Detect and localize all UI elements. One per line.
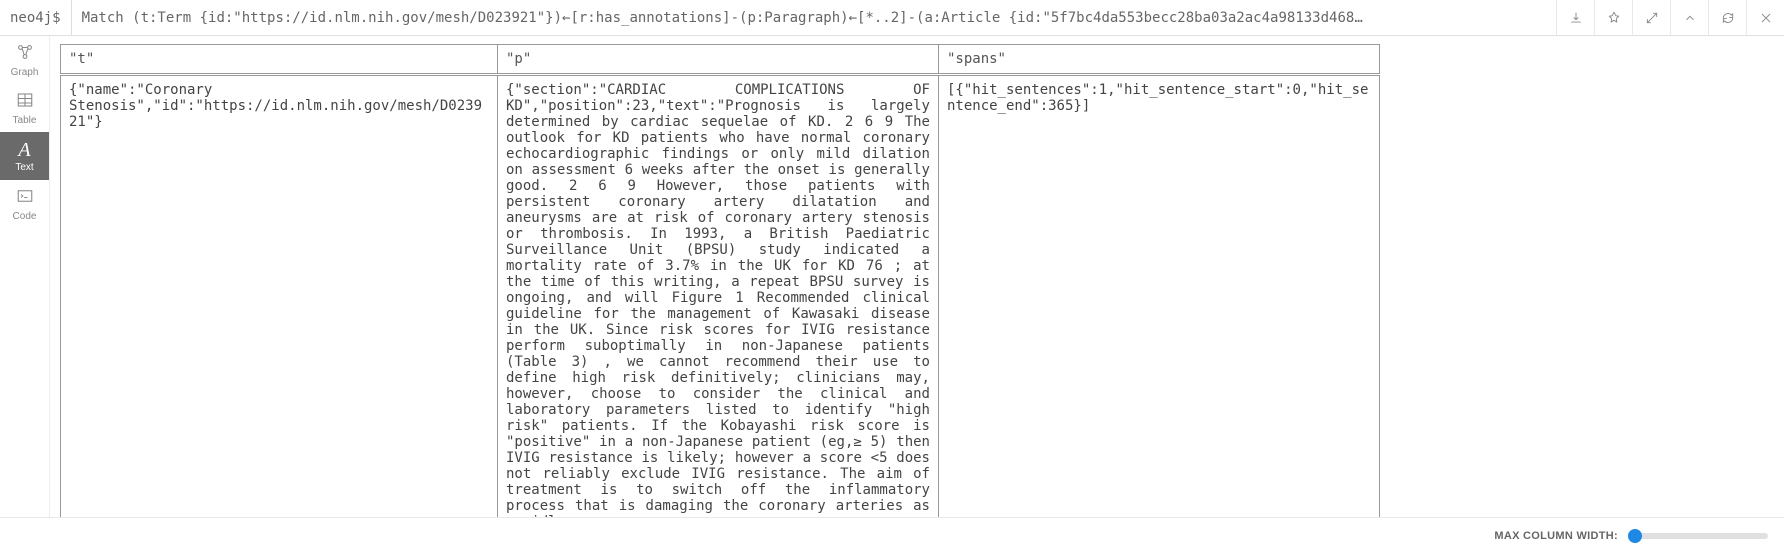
collapse-up-button[interactable]: [1670, 0, 1708, 35]
code-icon: [16, 187, 34, 209]
sidebar-item-label: Code: [13, 211, 37, 222]
slider-thumb[interactable]: [1628, 529, 1642, 543]
query-text[interactable]: Match (t:Term {id:"https://id.nlm.nih.go…: [72, 10, 1556, 26]
pin-button[interactable]: [1594, 0, 1632, 35]
column-header-p[interactable]: "p": [497, 45, 938, 75]
column-header-t[interactable]: "t": [61, 45, 498, 75]
chevron-up-icon: [1683, 11, 1697, 25]
refresh-icon: [1721, 11, 1735, 25]
cell-t[interactable]: {"name":"Coronary Stenosis","id":"https:…: [61, 75, 498, 518]
expand-icon: [1645, 11, 1659, 25]
download-icon: [1569, 11, 1583, 25]
refresh-button[interactable]: [1708, 0, 1746, 35]
prompt-label: neo4j$: [0, 0, 72, 35]
text-icon: A: [18, 140, 30, 160]
view-sidebar: Graph Table A Text Code: [0, 36, 50, 517]
sidebar-item-graph[interactable]: Graph: [0, 36, 49, 84]
sidebar-item-code[interactable]: Code: [0, 180, 49, 228]
pin-icon: [1607, 11, 1621, 25]
result-body: Graph Table A Text Code: [0, 36, 1784, 517]
close-button[interactable]: [1746, 0, 1784, 35]
max-column-width-slider[interactable]: [1628, 533, 1768, 539]
table-header-row: "t" "p" "spans": [61, 45, 1380, 75]
cell-spans[interactable]: [{"hit_sentences":1,"hit_sentence_start"…: [938, 75, 1379, 518]
close-icon: [1759, 11, 1773, 25]
bottom-bar: MAX COLUMN WIDTH:: [0, 517, 1784, 553]
download-button[interactable]: [1556, 0, 1594, 35]
sidebar-item-label: Text: [15, 162, 33, 173]
sidebar-item-label: Table: [13, 115, 37, 126]
expand-button[interactable]: [1632, 0, 1670, 35]
slider-track: [1628, 533, 1768, 539]
sidebar-item-table[interactable]: Table: [0, 84, 49, 132]
result-panel: "t" "p" "spans" {"name":"Coronary Stenos…: [50, 36, 1784, 517]
sidebar-item-label: Graph: [11, 67, 39, 78]
sidebar-item-text[interactable]: A Text: [0, 132, 49, 180]
table-icon: [16, 91, 34, 113]
editor-topbar: neo4j$ Match (t:Term {id:"https://id.nlm…: [0, 0, 1784, 36]
table-row: {"name":"Coronary Stenosis","id":"https:…: [61, 75, 1380, 518]
result-table: "t" "p" "spans" {"name":"Coronary Stenos…: [60, 44, 1380, 517]
top-actions: [1556, 0, 1784, 35]
column-header-spans[interactable]: "spans": [938, 45, 1379, 75]
slider-label: MAX COLUMN WIDTH:: [1494, 530, 1618, 542]
graph-icon: [16, 43, 34, 65]
cell-p[interactable]: {"section":"CARDIAC COMPLICATIONS OF KD"…: [497, 75, 938, 518]
